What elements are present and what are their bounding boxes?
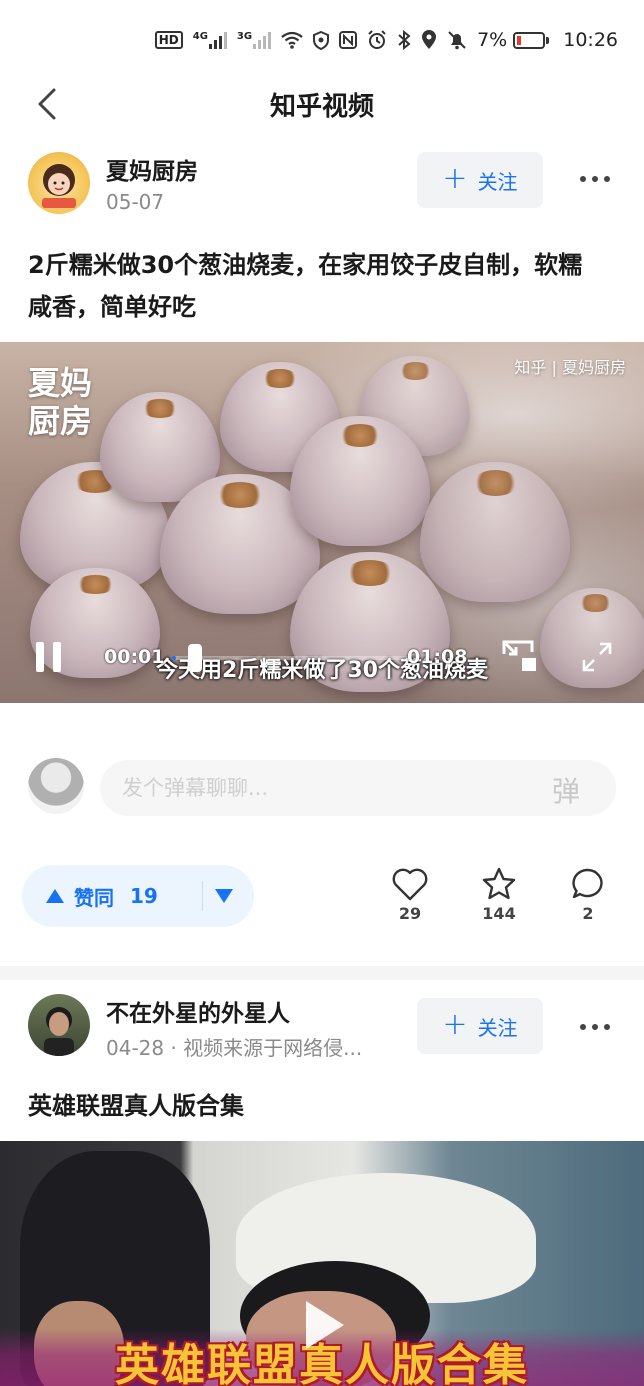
nfc-icon [339, 31, 358, 49]
dot-icon [580, 1024, 586, 1030]
follow-label: 关注 [477, 169, 518, 194]
progress-bar[interactable] [172, 644, 410, 672]
pip-icon [502, 640, 536, 671]
post-header: 夏妈厨房 05-07 + 关注 [0, 152, 644, 222]
video-watermark-logo: 夏妈 厨房 [28, 364, 93, 440]
fullscreen-button[interactable] [580, 640, 614, 674]
arrow-up-icon [46, 889, 64, 903]
fullscreen-icon [582, 642, 612, 672]
follow-label: 关注 [477, 1015, 518, 1040]
post-header: 不在外星的外星人 04-28 · 视频来源于网络侵... + 关注 [0, 994, 644, 1064]
post-title[interactable]: 英雄联盟真人版合集 [28, 1085, 588, 1127]
avatar-photo [44, 1007, 74, 1056]
video-thumbnail[interactable]: 英雄联盟真人版合集 [0, 1141, 644, 1386]
user-avatar[interactable] [28, 758, 84, 814]
author-name[interactable]: 夏妈厨房 [106, 152, 198, 186]
current-time: 00:01 [104, 646, 165, 668]
pause-icon [36, 642, 44, 672]
comment-icon [572, 868, 603, 899]
danmaku-toggle[interactable]: 弹 [552, 770, 580, 810]
dot-icon [592, 176, 598, 182]
battery-percent: 7% [477, 29, 508, 51]
downvote-button[interactable] [208, 865, 254, 927]
more-options-button[interactable] [580, 1024, 610, 1030]
video-controls: 00:01 01:08 [0, 632, 644, 682]
video-player[interactable]: 夏妈 厨房 知乎 | 夏妈厨房 今天用2斤糯米做了30个葱油烧麦 00:01 0… [0, 342, 644, 703]
pause-icon [53, 642, 61, 672]
comment-button[interactable]: 2 [558, 866, 618, 923]
comment-count: 2 [582, 904, 594, 923]
heart-icon [392, 868, 428, 901]
alarm-icon [368, 30, 386, 49]
nav-bar: 知乎视频 [0, 76, 644, 130]
signal-3g-icon: 3G [236, 31, 272, 49]
favorite-count: 144 [482, 904, 516, 923]
author-avatar[interactable] [28, 994, 90, 1056]
follow-button[interactable]: + 关注 [417, 998, 543, 1054]
like-button[interactable]: 29 [380, 866, 440, 923]
shield-icon [313, 30, 330, 50]
dot-icon [604, 1024, 610, 1030]
feed-separator [0, 966, 644, 980]
picture-in-picture-button[interactable] [500, 638, 540, 674]
network-type-label-2: 3G [236, 31, 253, 42]
upvote-label: 赞同 [74, 885, 114, 910]
battery-icon [513, 31, 546, 49]
dot-icon [580, 176, 586, 182]
play-button[interactable] [298, 1297, 348, 1353]
like-count: 29 [398, 904, 422, 923]
follow-button[interactable]: + 关注 [417, 152, 543, 208]
danmaku-input[interactable] [100, 760, 616, 816]
page-title: 知乎视频 [269, 92, 374, 122]
avatar-illustration [42, 164, 76, 208]
pause-button[interactable] [36, 642, 62, 672]
battery-indicator: 7% [477, 29, 550, 51]
plus-icon: + [442, 160, 468, 196]
play-icon [306, 1301, 344, 1349]
post-meta: 04-28 · 视频来源于网络侵... [106, 1036, 363, 1060]
author-avatar[interactable] [28, 152, 90, 214]
arrow-down-icon [215, 889, 233, 903]
danmaku-row: 弹 [0, 758, 644, 816]
upvote-button[interactable]: 赞同 19 [22, 865, 180, 927]
author-name[interactable]: 不在外星的外星人 [106, 994, 290, 1028]
progress-thumb[interactable] [187, 644, 202, 672]
bluetooth-icon [398, 30, 411, 50]
vote-group: 赞同 19 [22, 865, 254, 927]
more-options-button[interactable] [580, 176, 610, 182]
dot-icon [604, 176, 610, 182]
clock: 10:26 [563, 29, 618, 51]
dot-icon [592, 1024, 598, 1030]
favorite-button[interactable]: 144 [469, 866, 529, 923]
hd-indicator: HD [154, 31, 183, 49]
duration: 01:08 [407, 646, 468, 668]
wifi-icon [281, 31, 303, 49]
post-date: 05-07 [106, 190, 165, 214]
signal-4g-icon: 4G [193, 31, 227, 49]
star-icon [482, 867, 516, 900]
location-icon [422, 30, 437, 49]
action-row: 赞同 19 29 144 2 [0, 864, 644, 928]
post-title[interactable]: 2斤糯米做30个葱油烧麦，在家用饺子皮自制，软糯咸香，简单好吃 [28, 244, 588, 328]
progress-fill [172, 656, 176, 660]
video-watermark-source: 知乎 | 夏妈厨房 [514, 358, 626, 377]
vote-divider [202, 881, 203, 911]
mute-bell-icon [448, 31, 466, 50]
plus-icon: + [442, 1006, 468, 1042]
hd-badge: HD [154, 31, 183, 49]
upvote-count: 19 [130, 884, 158, 908]
network-type-label: 4G [192, 31, 208, 42]
status-bar: HD 4G 3G 7% 10:26 [0, 0, 644, 80]
